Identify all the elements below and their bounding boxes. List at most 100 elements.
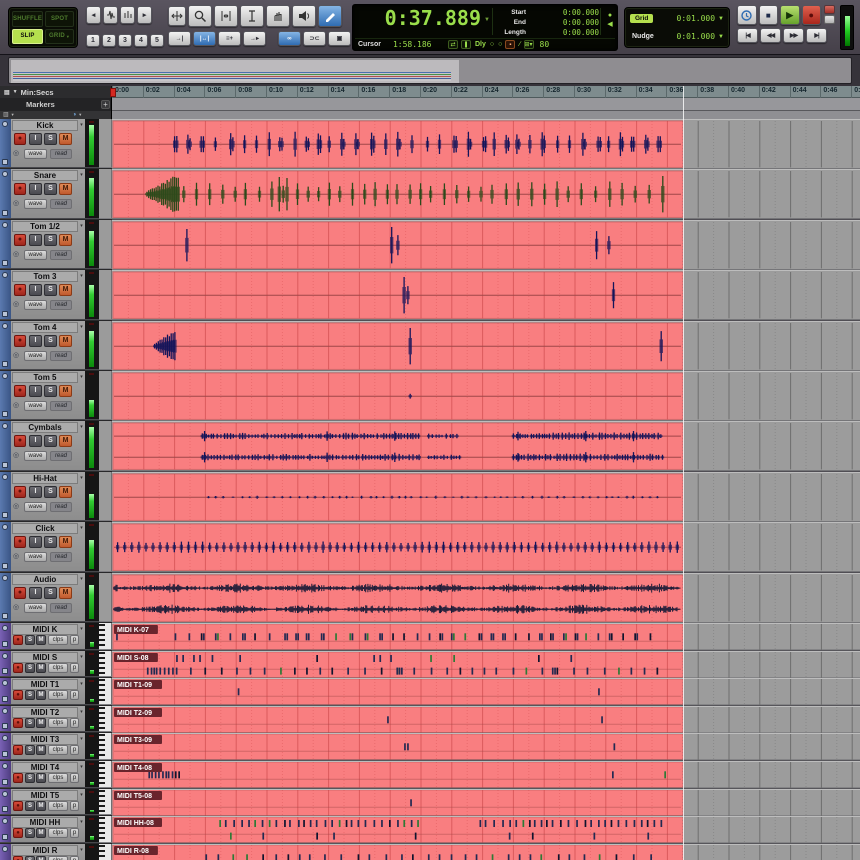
clips-view-selector[interactable]: clps <box>48 718 68 728</box>
midi-note[interactable] <box>612 771 614 778</box>
track-header-midi-r[interactable]: MIDI R▾●SMclpsp <box>0 844 85 860</box>
midi-note[interactable] <box>631 667 633 674</box>
midi-note[interactable] <box>151 771 153 778</box>
midi-note[interactable] <box>276 820 278 827</box>
midi-note[interactable] <box>321 633 323 640</box>
midi-note[interactable] <box>346 820 348 827</box>
midi-note[interactable] <box>502 633 504 640</box>
midi-note[interactable] <box>269 633 271 640</box>
midi-note[interactable] <box>364 667 366 674</box>
mute-button[interactable]: M <box>59 536 72 548</box>
midi-note[interactable] <box>148 771 150 778</box>
automation-mode-selector[interactable]: read <box>50 401 72 411</box>
audio-region[interactable] <box>113 575 683 621</box>
universe-session-view[interactable] <box>11 60 459 83</box>
region-lane-midi-t1[interactable]: MIDI T1-09 <box>112 678 860 706</box>
region-lane-midi-t4[interactable]: MIDI T4-08 <box>112 761 860 789</box>
midi-note[interactable] <box>647 833 649 840</box>
midi-note[interactable] <box>480 820 482 827</box>
midi-note[interactable] <box>189 633 191 640</box>
timeline-clock-icon[interactable]: ○ <box>490 41 494 48</box>
midi-note[interactable] <box>616 854 618 860</box>
track-strip-bottom-icon[interactable] <box>2 751 8 757</box>
midi-note[interactable] <box>153 667 155 674</box>
track-options-dropdown-icon[interactable]: ▾ <box>78 422 85 433</box>
midi-note[interactable] <box>417 820 419 827</box>
midi-note[interactable] <box>162 771 164 778</box>
tracklist-menu-icon[interactable]: ▥ <box>3 112 9 118</box>
track-name[interactable]: MIDI T1 <box>12 679 78 690</box>
midi-note[interactable] <box>373 655 375 662</box>
midi-note[interactable] <box>351 820 353 827</box>
region-lane-tom-3[interactable] <box>112 270 860 320</box>
midi-note[interactable] <box>604 820 606 827</box>
mirrored-midi-edit-icon[interactable]: ∞ <box>278 31 301 46</box>
midi-note[interactable] <box>560 820 562 827</box>
midi-note[interactable] <box>324 854 326 860</box>
midi-note[interactable] <box>644 667 646 674</box>
midi-note[interactable] <box>297 633 299 640</box>
pencil-tool-icon[interactable] <box>318 5 342 27</box>
midi-note[interactable] <box>451 854 453 860</box>
ruler-unit-selector[interactable]: ▤ ▼ Min:Secs <box>0 86 112 98</box>
midi-note[interactable] <box>541 820 543 827</box>
solo-button[interactable]: S <box>25 635 35 645</box>
input-monitor-button[interactable]: I <box>29 133 42 145</box>
record-enable-button[interactable]: ● <box>14 284 26 296</box>
patch-selector[interactable]: p <box>70 745 79 755</box>
midi-note[interactable] <box>609 633 611 640</box>
midi-note[interactable] <box>367 633 369 640</box>
midi-note[interactable] <box>542 667 544 674</box>
automation-icon[interactable]: ◎ <box>13 552 19 560</box>
track-header-click[interactable]: Click▾●ISM◎waveread <box>0 522 85 571</box>
midi-note[interactable] <box>598 820 600 827</box>
automation-mode-selector[interactable]: read <box>50 502 72 512</box>
track-options-dropdown-icon[interactable]: ▾ <box>78 120 85 131</box>
patch-selector[interactable]: p <box>70 635 79 645</box>
track-strip-bottom-icon[interactable] <box>2 613 8 619</box>
track-name[interactable]: MIDI R <box>12 845 78 856</box>
track-header-tom-4[interactable]: Tom 4▾●ISM◎waveread <box>0 321 85 370</box>
midi-note[interactable] <box>529 820 531 827</box>
clips-view-selector[interactable]: clps <box>48 856 68 860</box>
midi-note[interactable] <box>379 633 381 640</box>
midi-note[interactable] <box>288 854 290 860</box>
midi-note[interactable] <box>244 633 246 640</box>
track-options-dropdown-icon[interactable]: ▾ <box>78 523 85 534</box>
midi-note[interactable] <box>218 854 220 860</box>
automation-icon[interactable]: ◎ <box>13 451 19 459</box>
midi-note[interactable] <box>407 744 409 751</box>
track-header-audio[interactable]: Audio▾●ISM◎waveread <box>0 573 85 622</box>
link-timeline-edit-icon[interactable]: |↔| <box>193 31 216 46</box>
play-button[interactable]: ▶ <box>780 5 800 25</box>
track-strip-bottom-icon[interactable] <box>2 512 8 518</box>
main-counter-value[interactable]: 0:37.889 <box>357 6 481 30</box>
record-enable-button[interactable]: ● <box>14 587 26 599</box>
midi-note[interactable] <box>286 633 288 640</box>
region-lane-midi-s[interactable]: MIDI S-08 <box>112 651 860 679</box>
automation-icon[interactable]: ◎ <box>13 502 19 510</box>
track-strip-top-icon[interactable] <box>2 763 8 769</box>
audio-region[interactable] <box>113 762 683 788</box>
midi-note[interactable] <box>634 820 636 827</box>
midi-note[interactable] <box>451 633 453 640</box>
midi-note[interactable] <box>439 854 441 860</box>
midi-note[interactable] <box>577 633 579 640</box>
mute-button[interactable]: M <box>59 335 72 347</box>
mute-button[interactable]: M <box>36 718 46 728</box>
midi-note[interactable] <box>403 820 405 827</box>
input-monitor-button[interactable]: I <box>29 183 42 195</box>
track-strip-bottom-icon[interactable] <box>2 641 8 647</box>
midi-note[interactable] <box>554 667 556 674</box>
midi-note[interactable] <box>650 633 652 640</box>
midi-note[interactable] <box>413 667 415 674</box>
track-header-midi-hh[interactable]: MIDI HH▾●SMclpsp <box>0 816 85 843</box>
clips-view-selector[interactable]: clps <box>48 635 68 645</box>
track-header-tom-1-2[interactable]: Tom 1/2▾●ISM◎waveread <box>0 220 85 269</box>
track-options-dropdown-icon[interactable]: ▾ <box>78 679 85 690</box>
edit-row-midi-t4[interactable]: MIDI T4-08 <box>112 761 860 789</box>
track-strip-bottom-icon[interactable] <box>2 696 8 702</box>
midi-note[interactable] <box>523 820 525 827</box>
track-strip-top-icon[interactable] <box>2 818 8 824</box>
midi-note[interactable] <box>472 667 474 674</box>
